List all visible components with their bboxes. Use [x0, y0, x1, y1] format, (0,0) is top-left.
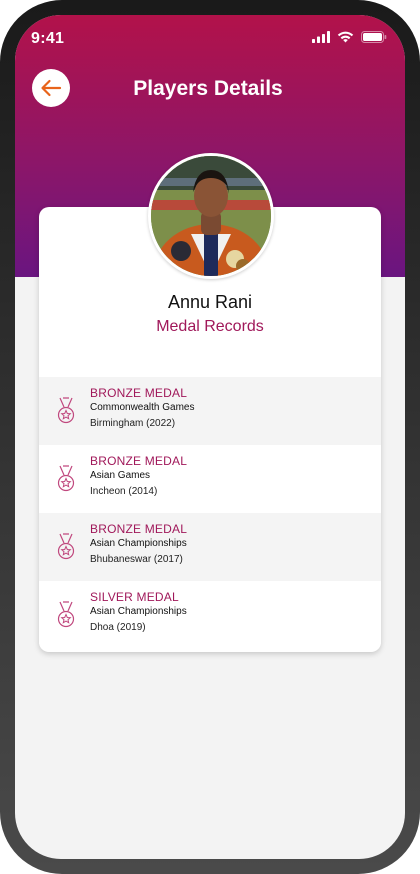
medal-records-list: BRONZE MEDAL Commonwealth Games Birmingh…: [39, 377, 381, 649]
medal-icon: [57, 397, 75, 424]
medal-record-item[interactable]: BRONZE MEDAL Commonwealth Games Birmingh…: [39, 377, 381, 445]
status-time: 9:41: [31, 30, 65, 47]
medal-record-item[interactable]: SILVER MEDAL Asian Championships Dhoa (2…: [39, 581, 381, 649]
wifi-icon: [337, 31, 354, 43]
medal-type: BRONZE MEDAL: [90, 522, 188, 536]
medal-type: BRONZE MEDAL: [90, 386, 188, 400]
medal-event: Asian Championships: [90, 538, 187, 549]
medal-icon: [57, 601, 75, 628]
cellular-signal-icon: [312, 31, 330, 43]
status-icons: [312, 31, 387, 43]
status-bar: 9:41: [15, 15, 405, 63]
medal-record-item[interactable]: BRONZE MEDAL Asian Championships Bhubane…: [39, 513, 381, 581]
player-avatar: [148, 153, 274, 279]
medal-records-heading: Medal Records: [156, 318, 264, 335]
medal-event: Asian Championships: [90, 606, 187, 617]
medal-record-item[interactable]: BRONZE MEDAL Asian Games Incheon (2014): [39, 445, 381, 513]
medal-place: Bhubaneswar (2017): [90, 554, 183, 565]
medal-place: Birmingham (2022): [90, 418, 176, 429]
phone-frame: 9:41 Players Details Annu Rani Medal Rec…: [0, 0, 420, 874]
medal-icon: [57, 533, 75, 560]
page-title: Players Details: [133, 77, 283, 100]
medal-event: Asian Games: [90, 470, 151, 481]
medal-type: BRONZE MEDAL: [90, 454, 188, 468]
medal-event: Commonwealth Games: [90, 402, 195, 413]
screen: 9:41 Players Details Annu Rani Medal Rec…: [15, 15, 405, 859]
medal-icon: [57, 465, 75, 492]
medal-place: Incheon (2014): [90, 486, 158, 497]
medal-type: SILVER MEDAL: [90, 590, 179, 604]
player-name: Annu Rani: [167, 292, 253, 312]
battery-icon: [361, 31, 387, 43]
medal-place: Dhoa (2019): [90, 622, 146, 633]
player-photo: [151, 156, 271, 276]
